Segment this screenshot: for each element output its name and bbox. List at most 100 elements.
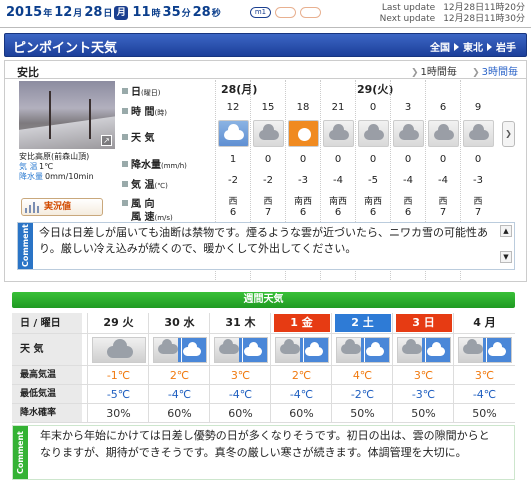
breadcrumb: 全国 東北 岩手 [430, 39, 516, 54]
bar-chart-icon [25, 202, 39, 213]
bullet-icon [122, 88, 128, 94]
hour-wind-speed: 7 [439, 207, 447, 218]
weekly-pop: 50% [331, 404, 393, 423]
weekly-max: 3℃ [453, 366, 515, 385]
weekly-weather-cell [331, 334, 393, 366]
weekly-title: 週間天気 [12, 292, 515, 308]
date-bar: 2015年 12月 28日月 11時 35分 28秒 m1 Last update 12月2… [0, 0, 531, 28]
breadcrumb-national[interactable]: 全国 [430, 43, 450, 54]
weekly-date: 31 木 [225, 316, 256, 329]
cloud-icon [253, 120, 284, 147]
label-wind-unit: (m/s) [154, 214, 173, 222]
hour-temp: -2 [263, 175, 273, 186]
weekly-pop: 60% [209, 404, 271, 423]
hour-time: 3 [404, 102, 412, 113]
camera-temp-label: 気 温 [19, 162, 38, 171]
tab-3hour[interactable]: ❯ 3時間毎 [472, 63, 518, 78]
title-bar: ピンポイント天気 全国 東北 岩手 [4, 33, 527, 57]
weekly-date: 2 土 [334, 314, 391, 332]
sun-icon [288, 120, 319, 147]
weekly-pop: 50% [453, 404, 515, 423]
page-title: ピンポイント天気 [13, 41, 118, 56]
hour-temp: -4 [438, 175, 448, 186]
hour-temp: -4 [403, 175, 413, 186]
current-datetime: 2015年 12月 28日月 11時 35分 28秒 [6, 5, 223, 20]
snow-icon [218, 120, 249, 147]
cloud-snow-icon [397, 337, 451, 363]
weekly-weather-cell [148, 334, 210, 366]
hour-time: 18 [296, 102, 310, 113]
hour-temp: -3 [298, 175, 308, 186]
label-date: 日(曜日) [122, 83, 160, 98]
bullet-icon [122, 108, 128, 114]
breadcrumb-region[interactable]: 東北 [463, 43, 483, 54]
hour-time: 6 [439, 102, 447, 113]
weekly-forecast: 週間天気 日 / 曜日 天 気 最高気温 最低気温 降水確率 Comment 年… [12, 292, 515, 482]
expand-icon[interactable]: ↗ [101, 135, 112, 146]
camera-temp-value: 1℃ [39, 162, 54, 171]
hour-time: 12 [226, 102, 240, 113]
hour-temp: -5 [368, 175, 378, 186]
weekly-max: 4℃ [331, 366, 393, 385]
label-time: 時 間(時) [122, 103, 167, 118]
weekly-min: -5℃ [87, 385, 149, 404]
hour-precip: 0 [439, 154, 447, 165]
chevron-right-icon: ❯ [410, 68, 419, 78]
update-info: Last update 12月28日11時20分 Next update 12月28… [367, 3, 525, 25]
weekly-max: 2℃ [270, 366, 332, 385]
comment-scrollbar[interactable]: ▲ ▼ [500, 225, 512, 265]
hour-precip: 0 [369, 154, 377, 165]
live-observation-button[interactable]: 実況値 [21, 198, 103, 216]
hour-wind-dir: 南西 [293, 197, 312, 207]
mode-pill-2[interactable] [275, 7, 296, 18]
camera-precip-value: 0mm/10min [45, 172, 94, 181]
weekday-badge: 月 [114, 6, 129, 20]
year-unit: 年 [43, 9, 53, 19]
tab-3hour-label: 3時間毎 [481, 67, 518, 78]
cloud-snow-icon [275, 337, 329, 363]
cloud-icon [428, 120, 459, 147]
label-temp-unit: (℃) [154, 182, 168, 190]
hour-wind-speed: 6 [369, 207, 377, 218]
breadcrumb-prefecture[interactable]: 岩手 [496, 43, 516, 54]
weekly-date-cell: 31 木 [209, 313, 271, 334]
tab-1hour[interactable]: ❯ 1時間毎 [411, 63, 457, 78]
cloud-snow-icon [153, 337, 207, 363]
scroll-next-button[interactable]: ❯ [502, 121, 515, 147]
day: 28 [84, 5, 103, 20]
hour-wind-dir: 西 [438, 197, 448, 207]
scroll-up-icon[interactable]: ▲ [500, 225, 512, 237]
weekly-label-pop: 降水確率 [12, 404, 82, 422]
weekly-comment-tag: Comment [13, 426, 28, 479]
weekly-date-cell: 30 水 [148, 313, 210, 334]
mode-pill-m1[interactable]: m1 [250, 7, 271, 18]
mode-pill-3[interactable] [300, 7, 321, 18]
live-camera-image[interactable]: ↗ [19, 81, 115, 149]
hour-wind-speed: 7 [474, 207, 482, 218]
weekly-date: 4 月 [473, 316, 496, 329]
camera-name: 安比高原(前森山頂) [19, 152, 90, 161]
last-update-label: Last update [381, 3, 436, 13]
hour-temp: -2 [228, 175, 238, 186]
label-date-text: 日 [131, 87, 141, 98]
bullet-icon [122, 134, 128, 140]
weekly-date: 3 日 [395, 314, 452, 332]
hour-time: 15 [261, 102, 275, 113]
label-time-unit: (時) [154, 109, 167, 117]
interval-tabs: ❯ 1時間毎 ❯ 3時間毎 [399, 63, 518, 78]
hour-wind-dir: 南西 [363, 197, 382, 207]
chevron-right-icon [454, 43, 459, 51]
weekly-min: -4℃ [148, 385, 210, 404]
label-precip: 降水量(mm/h) [122, 156, 187, 171]
camera-precip-label: 降水量 [19, 172, 43, 181]
scroll-down-icon[interactable]: ▼ [500, 251, 512, 263]
hourly-comment-box: Comment 今日は日差しが届いても油断は禁物です。煙るような雲が近づいたら、… [17, 222, 515, 270]
weekly-min: -4℃ [453, 385, 515, 404]
weekly-date-cell: 3 日 [392, 313, 454, 334]
label-temp: 気 温(℃) [122, 176, 168, 191]
weekly-date: 29 火 [103, 316, 134, 329]
hour-precip: 0 [474, 154, 482, 165]
hour-time: 21 [331, 102, 345, 113]
weekly-date-cell: 29 火 [87, 313, 149, 334]
camera-info: 安比高原(前森山頂) 気 温1℃ 降水量 0mm/10min [19, 152, 119, 182]
